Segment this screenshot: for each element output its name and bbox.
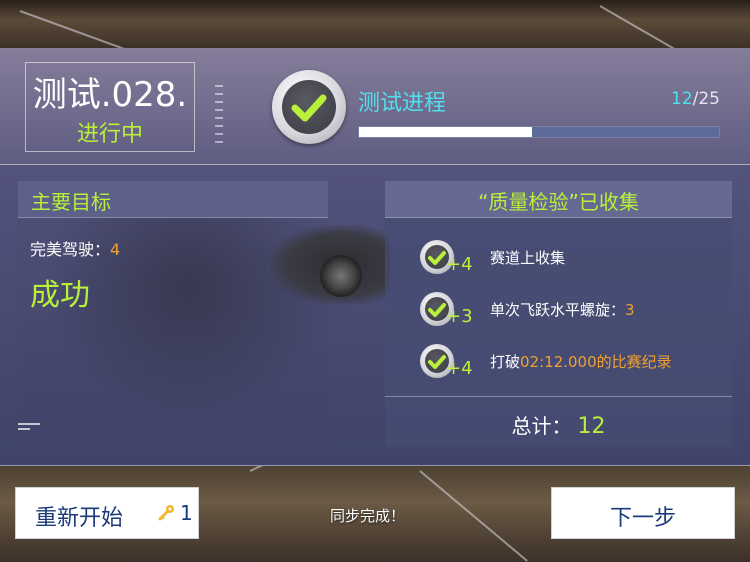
primary-objective-header: 主要目标	[18, 181, 328, 218]
checkmark-icon	[272, 70, 346, 144]
restart-button[interactable]: 重新开始 1	[15, 487, 199, 539]
progress-title: 测试进程	[358, 91, 447, 116]
collected-plus: +4	[446, 254, 473, 275]
primary-objective-title: 主要目标	[31, 190, 111, 214]
objective-value: 4	[110, 240, 121, 259]
test-state: 进行中	[76, 122, 143, 147]
collected-label-text: 赛道上收集	[490, 249, 566, 267]
progress-count: 12/25	[671, 89, 720, 109]
restart-label: 重新开始	[35, 506, 124, 531]
total-label: 总计：	[511, 414, 572, 438]
progress-current: 12	[671, 89, 693, 109]
decorative-bars	[18, 423, 40, 435]
collected-item: +4 赛道上收集	[420, 240, 720, 276]
key-icon	[158, 504, 176, 522]
sync-status: 同步完成！	[330, 507, 406, 525]
background-top	[0, 0, 750, 50]
test-id-box: 测试.028. 进行中	[25, 62, 195, 152]
collected-label: 赛道上收集	[490, 247, 565, 268]
collected-plus: +3	[446, 306, 473, 327]
collected-label-highlight: 02:12.000的比赛纪录	[520, 353, 672, 371]
collected-item: +3 单次飞跃水平螺旋：3	[420, 292, 720, 328]
collected-title: “质量检验”已收集	[478, 190, 639, 214]
restart-count: 1	[180, 501, 193, 525]
total-row: 总计： 12	[385, 396, 732, 448]
collected-label-text: 单次飞跃水平螺旋：	[490, 301, 626, 319]
test-id: 测试.028.	[32, 75, 188, 115]
collected-plus: +4	[446, 358, 473, 379]
objective-row: 完美驾驶：4	[30, 236, 120, 260]
collected-label: 打破02:12.000的比赛纪录	[490, 351, 672, 372]
progress-total: /25	[692, 89, 720, 109]
next-button[interactable]: 下一步	[551, 487, 735, 539]
objective-result: 成功	[30, 278, 90, 313]
progress-bar-fill	[359, 127, 532, 137]
next-label: 下一步	[609, 506, 676, 531]
car-wheel	[320, 255, 362, 297]
progress-bar	[358, 126, 720, 138]
collected-label-highlight: 3	[625, 301, 635, 319]
total-value: 12	[577, 414, 606, 439]
collected-header: “质量检验”已收集	[385, 181, 732, 218]
collected-label: 单次飞跃水平螺旋：3	[490, 299, 635, 320]
objective-label: 完美驾驶：	[30, 240, 111, 259]
collected-label-text: 打破	[490, 353, 521, 371]
collected-item: +4 打破02:12.000的比赛纪录	[420, 344, 720, 380]
decorative-ticks	[215, 85, 223, 155]
